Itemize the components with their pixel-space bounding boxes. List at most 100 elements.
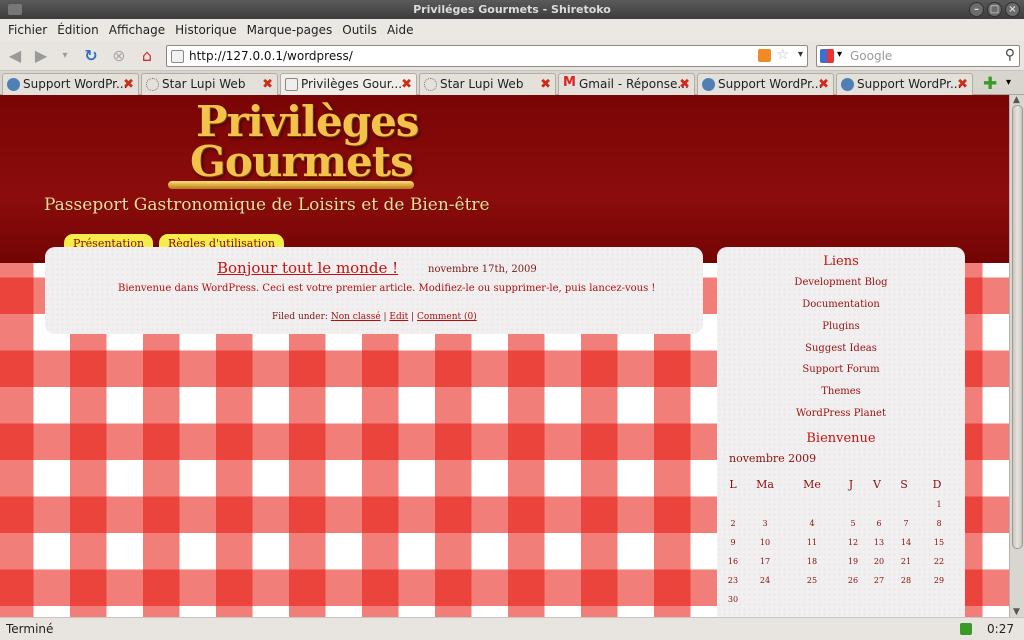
calendar-day: 18 <box>806 557 818 566</box>
calendar-day-header: Me <box>803 478 821 491</box>
menu-outils[interactable]: Outils <box>338 23 381 37</box>
search-engine-icon[interactable] <box>820 49 834 63</box>
logo-line-2[interactable]: Gourmets <box>190 137 414 186</box>
close-tab-icon[interactable]: ✖ <box>262 75 273 95</box>
menu-aide[interactable]: Aide <box>383 23 418 37</box>
close-tab-icon[interactable]: ✖ <box>957 75 968 95</box>
back-arrow-icon[interactable]: ◀ <box>4 45 26 67</box>
history-dropdown-icon[interactable]: ▾ <box>54 45 76 67</box>
tab-list-dropdown-icon[interactable]: ▾ <box>1006 77 1011 88</box>
close-icon[interactable]: × <box>1005 2 1020 17</box>
tab-gmail[interactable]: Gmail - Réponse... ✖ <box>558 73 695 95</box>
reload-icon[interactable]: ↻ <box>80 45 102 67</box>
post-body: Bienvenue dans WordPress. Ceci est votre… <box>118 283 656 294</box>
tab-support-wordpress-2[interactable]: Support WordPr... ✖ <box>697 73 834 95</box>
bookmark-star-icon[interactable]: ☆ <box>776 47 789 63</box>
close-tab-icon[interactable]: ✖ <box>123 75 134 95</box>
tab-star-lupi-2[interactable]: Star Lupi Web ✖ <box>419 73 556 95</box>
forward-arrow-icon[interactable]: ▶ <box>30 45 52 67</box>
menu-edition[interactable]: Édition <box>53 23 103 37</box>
calendar-day: 8 <box>936 519 942 528</box>
edit-link[interactable]: Edit <box>389 312 408 322</box>
calendar-day: 4 <box>809 519 815 528</box>
calendar-day: 30 <box>727 595 739 604</box>
link-support-forum[interactable]: Support Forum <box>717 364 965 375</box>
close-tab-icon[interactable]: ✖ <box>401 75 412 95</box>
gmail-icon <box>563 74 576 93</box>
post-date: novembre 17th, 2009 <box>428 264 537 275</box>
scrollbar-thumb[interactable] <box>1012 105 1023 549</box>
scroll-down-icon[interactable]: ▼ <box>1013 607 1020 617</box>
calendar-week-row: 16 17 18 19 20 21 22 <box>728 551 957 570</box>
tab-support-wordpress-1[interactable]: Support WordPr... ✖ <box>2 73 139 95</box>
window-menu-icon[interactable] <box>8 4 22 15</box>
calendar-month: novembre 2009 <box>729 452 817 465</box>
calendar-day: 7 <box>903 519 909 528</box>
calendar-day: 12 <box>847 538 859 547</box>
rss-feed-icon[interactable] <box>758 49 771 62</box>
search-placeholder[interactable]: Google <box>850 49 892 63</box>
wordpress-icon <box>702 78 715 91</box>
calendar-day: 28 <box>900 576 912 585</box>
link-themes[interactable]: Themes <box>717 386 965 397</box>
link-plugins[interactable]: Plugins <box>717 321 965 332</box>
menu-affichage[interactable]: Affichage <box>105 23 169 37</box>
post-title-link[interactable]: Bonjour tout le monde ! <box>217 259 398 277</box>
url-dropdown-icon[interactable]: ▾ <box>798 49 803 60</box>
category-link[interactable]: Non classé <box>331 312 381 322</box>
close-tab-icon[interactable]: ✖ <box>818 75 829 95</box>
calendar-week-row: 2 3 4 5 6 7 8 <box>729 513 957 532</box>
home-icon[interactable]: ⌂ <box>136 45 158 67</box>
calendar-day-header: J <box>848 478 854 491</box>
sun-icon <box>424 78 437 91</box>
link-suggest-ideas[interactable]: Suggest Ideas <box>717 343 965 354</box>
url-bar[interactable]: http://127.0.0.1/wordpress/ ☆ ▾ <box>166 45 808 67</box>
site-identity-icon[interactable] <box>171 50 184 63</box>
stop-icon[interactable]: ⊗ <box>108 45 130 67</box>
tab-star-lupi-1[interactable]: Star Lupi Web ✖ <box>141 73 278 95</box>
calendar-day: 5 <box>850 519 856 528</box>
close-tab-icon[interactable]: ✖ <box>679 75 690 95</box>
search-engine-dropdown-icon[interactable]: ▾ <box>837 49 842 60</box>
tab-label: Support WordPr... <box>23 77 128 91</box>
calendar-day: 24 <box>759 576 771 585</box>
comment-link[interactable]: Comment (0) <box>417 312 477 322</box>
maximize-icon[interactable]: □ <box>987 2 1002 17</box>
close-tab-icon[interactable]: ✖ <box>540 75 551 95</box>
tab-privileges-gourmets[interactable]: Privilèges Gour... ✖ <box>280 73 417 96</box>
calendar-day-header: D <box>932 478 942 491</box>
calendar-day: 2 <box>730 519 736 528</box>
calendar-week-row: 9 10 11 12 13 14 15 <box>729 532 957 551</box>
search-icon[interactable]: ⚲ <box>1005 47 1015 63</box>
welcome-heading: Bienvenue <box>806 431 876 446</box>
scroll-up-icon[interactable]: ▲ <box>1013 95 1020 105</box>
link-documentation[interactable]: Documentation <box>717 299 965 310</box>
url-text[interactable]: http://127.0.0.1/wordpress/ <box>189 49 353 63</box>
tab-label: Star Lupi Web <box>440 77 524 91</box>
calendar-day: 20 <box>873 557 885 566</box>
tab-support-wordpress-3[interactable]: Support WordPr... ✖ <box>836 73 973 95</box>
new-tab-icon[interactable]: ✚ <box>983 74 997 94</box>
search-box[interactable]: ▾ Google ⚲ <box>816 45 1020 67</box>
calendar-day: 10 <box>759 538 771 547</box>
calendar-week-row: 23 24 25 26 27 28 29 <box>728 570 957 589</box>
menu-marque-pages[interactable]: Marque-pages <box>243 23 337 37</box>
link-wordpress-planet[interactable]: WordPress Planet <box>717 408 965 419</box>
links-heading: Liens <box>823 254 859 269</box>
calendar: L Ma Me J V S D 1 2 3 4 5 6 7 8 9 10 11 12 13 14 15 16 17 18 19 20… <box>727 475 957 608</box>
menu-historique[interactable]: Historique <box>171 23 241 37</box>
navigation-toolbar: ◀ ▶ ▾ ↻ ⊗ ⌂ http://127.0.0.1/wordpress/ … <box>0 41 1024 71</box>
calendar-day: 9 <box>730 538 736 547</box>
update-icon[interactable] <box>960 623 972 635</box>
calendar-day: 26 <box>847 576 859 585</box>
browser-window: Priviléges Gourmets - Shiretoko – □ × Fi… <box>0 0 1024 640</box>
calendar-week-row: 1 <box>729 494 957 513</box>
calendar-day: 25 <box>806 576 818 585</box>
vertical-scrollbar[interactable]: ▲ ▼ <box>1009 95 1024 617</box>
wordpress-icon <box>7 78 20 91</box>
minimize-icon[interactable]: – <box>969 2 984 17</box>
menu-fichier[interactable]: Fichier <box>4 23 51 37</box>
calendar-day: 11 <box>806 538 818 547</box>
sun-icon <box>146 78 159 91</box>
link-development-blog[interactable]: Development Blog <box>717 277 965 288</box>
